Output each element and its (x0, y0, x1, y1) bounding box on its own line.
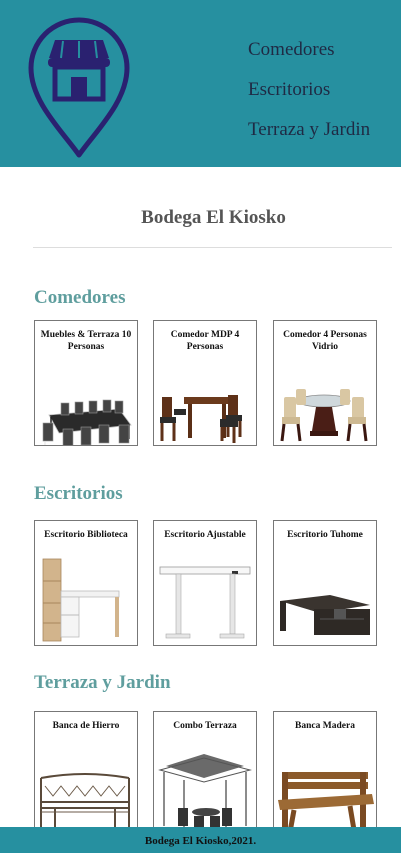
divider (33, 247, 392, 248)
section-title-terraza-y-jardin: Terraza y Jardin (34, 672, 171, 693)
section-title-comedores: Comedores (34, 287, 126, 308)
product-card[interactable]: Banca Madera (273, 711, 377, 837)
product-card[interactable]: Muebles & Terraza 10 Personas (34, 320, 138, 446)
product-card[interactable]: Comedor 4 Personas Vidrio (273, 320, 377, 446)
product-card[interactable]: Comedor MDP 4 Personas (153, 320, 257, 446)
section-title-escritorios: Escritorios (34, 483, 123, 504)
site-header: Comedores Escritorios Terraza y Jardin (0, 0, 401, 167)
page-title: Bodega El Kiosko (141, 207, 286, 228)
bookcase-desk-image (42, 558, 120, 642)
nav-link-escritorios[interactable]: Escritorios (248, 80, 370, 120)
product-title: Escritorio Tuhome (287, 530, 363, 540)
product-title: Muebles & Terraza 10 Personas (40, 330, 132, 352)
product-card[interactable]: Escritorio Ajustable (153, 520, 257, 646)
store-location-pin-icon[interactable] (25, 14, 133, 160)
product-card[interactable]: Escritorio Tuhome (273, 520, 377, 646)
product-title: Banca Madera (295, 721, 355, 731)
product-title: Escritorio Biblioteca (44, 530, 128, 540)
adjustable-desk-image (159, 566, 251, 639)
main-nav: Comedores Escritorios Terraza y Jardin (248, 40, 370, 160)
wooden-dining-set-4-image (160, 395, 242, 443)
product-title: Combo Terraza (173, 721, 237, 731)
nav-link-terraza-y-jardin[interactable]: Terraza y Jardin (248, 120, 370, 160)
product-title: Comedor 4 Personas Vidrio (283, 330, 367, 352)
product-card[interactable]: Escritorio Biblioteca (34, 520, 138, 646)
product-title: Banca de Hierro (52, 721, 120, 731)
product-card[interactable]: Combo Terraza (153, 711, 257, 837)
iron-bench-image (40, 773, 130, 830)
nav-link-comedores[interactable]: Comedores (248, 40, 370, 80)
product-title: Escritorio Ajustable (164, 530, 246, 540)
product-title: Comedor MDP 4 Personas (170, 330, 240, 352)
terrace-combo-image (158, 754, 252, 832)
wooden-bench-image (278, 772, 374, 833)
l-shaped-desk-image (280, 595, 370, 635)
footer-text: Bodega El Kiosko,2021. (144, 835, 257, 847)
outdoor-dining-set-10-image (42, 399, 132, 445)
glass-dining-set-4-image (280, 389, 368, 442)
site-footer: Bodega El Kiosko,2021. (0, 827, 401, 853)
product-card[interactable]: Banca de Hierro (34, 711, 138, 837)
